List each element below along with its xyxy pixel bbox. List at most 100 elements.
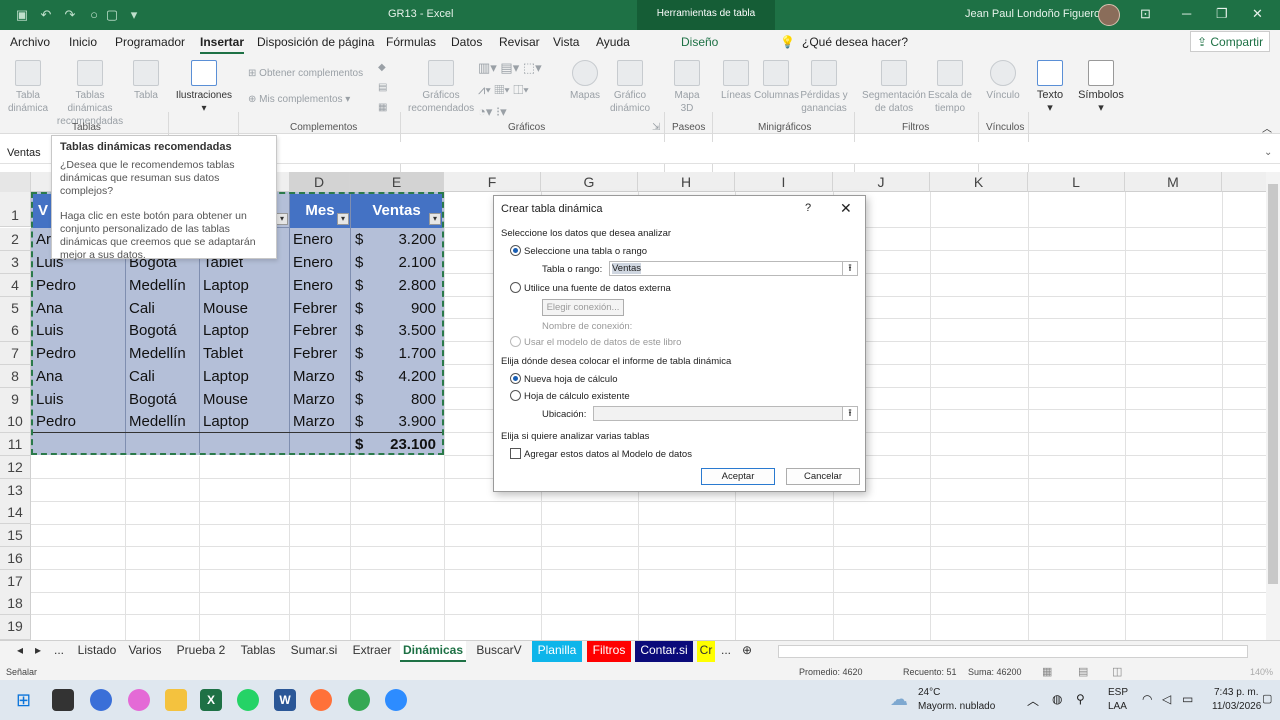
table-cell[interactable]: Laptop: [200, 274, 289, 297]
zoom-level[interactable]: 140%: [1250, 667, 1273, 677]
dialog-close-button[interactable]: ✕: [840, 200, 852, 217]
table-cell-ventas[interactable]: $1.700: [352, 342, 440, 365]
chart-type-icons-2[interactable]: ⩘▾ ▦▾ ◫▾: [478, 82, 529, 98]
sheet-tab[interactable]: Contar.si: [635, 641, 693, 662]
table-cell[interactable]: Laptop: [200, 319, 289, 342]
sheet-tab[interactable]: ...: [52, 641, 66, 662]
table-cell[interactable]: Luis: [33, 388, 125, 411]
horizontal-scrollbar[interactable]: [778, 645, 1248, 658]
timeline-button[interactable]: Escala de tiempo: [926, 60, 974, 115]
table-cell[interactable]: Febrer: [290, 297, 350, 320]
table-cell[interactable]: Marzo: [290, 365, 350, 388]
range-input[interactable]: Ventas: [609, 261, 843, 276]
firefox-icon[interactable]: [310, 689, 332, 711]
save-icon[interactable]: ▣: [14, 7, 30, 23]
new-document-icon[interactable]: ▢: [104, 7, 120, 23]
table-cell[interactable]: Mouse: [200, 388, 289, 411]
table-cell[interactable]: Marzo: [290, 388, 350, 411]
row-header[interactable]: 14: [0, 501, 31, 524]
help-button[interactable]: ?: [805, 202, 811, 214]
sheet-tab[interactable]: Sumar.si: [285, 641, 343, 662]
collapse-ribbon-icon[interactable]: ︿: [1262, 120, 1272, 135]
location-input[interactable]: [593, 406, 843, 421]
sheet-tab[interactable]: Prueba 2: [172, 641, 230, 662]
whatsapp-icon[interactable]: [237, 689, 259, 711]
sheet-tab[interactable]: Dinámicas: [400, 641, 466, 662]
page-layout-icon[interactable]: ▤: [1078, 665, 1088, 678]
table-cell-ventas[interactable]: $2.800: [352, 274, 440, 297]
total-cell[interactable]: $23.100: [352, 433, 440, 456]
chrome-icon[interactable]: [348, 689, 370, 711]
table-cell[interactable]: Ana: [33, 297, 125, 320]
collapse-dialog-icon[interactable]: ⭱: [842, 406, 858, 421]
sheet-tab[interactable]: Filtros: [587, 641, 631, 662]
folder-icon[interactable]: [165, 689, 187, 711]
table-cell[interactable]: Cali: [126, 297, 199, 320]
radio-external-source[interactable]: [510, 282, 521, 293]
table-cell[interactable]: Tablet: [200, 342, 289, 365]
tab-ayuda[interactable]: Ayuda: [596, 35, 630, 49]
row-header[interactable]: 19: [0, 615, 31, 640]
windows-start-icon[interactable]: ⊞: [16, 689, 38, 711]
table-cell-ventas[interactable]: $2.100: [352, 251, 440, 274]
sheet-tab[interactable]: Tablas: [235, 641, 281, 662]
column-header[interactable]: G: [541, 172, 638, 192]
redo-icon[interactable]: ↷: [62, 7, 78, 23]
table-cell-ventas[interactable]: $3.200: [352, 228, 440, 251]
close-icon[interactable]: ✕: [1252, 6, 1263, 22]
sheet-tab[interactable]: Listado: [75, 641, 119, 662]
column-header[interactable]: F: [444, 172, 541, 192]
filter-dropdown-icon[interactable]: ▾: [276, 213, 288, 225]
tray-icon[interactable]: ◍: [1052, 692, 1062, 706]
symbols-button[interactable]: Símbolos ▾: [1076, 60, 1126, 115]
cancel-button[interactable]: Cancelar: [786, 468, 860, 485]
table-cell-ventas[interactable]: $3.900: [352, 410, 440, 433]
table-button[interactable]: Tabla: [130, 60, 162, 102]
tab-formulas[interactable]: Fórmulas: [386, 35, 436, 49]
task-view-icon[interactable]: [52, 689, 74, 711]
tab-disposicion[interactable]: Disposición de página: [257, 35, 374, 49]
browser-icon[interactable]: [90, 689, 112, 711]
table-cell[interactable]: Febrer: [290, 342, 350, 365]
expand-formula-icon[interactable]: ⌄: [1264, 147, 1272, 158]
clock-time[interactable]: 7:43 p. m.: [1214, 687, 1258, 698]
select-all[interactable]: [0, 172, 31, 192]
sheet-tab[interactable]: BuscarV: [472, 641, 526, 662]
language-code[interactable]: ESP: [1108, 687, 1128, 698]
filter-dropdown-icon[interactable]: ▾: [429, 213, 441, 225]
sheet-tab[interactable]: Varios: [124, 641, 166, 662]
table-cell[interactable]: Laptop: [200, 365, 289, 388]
battery-icon[interactable]: ▭: [1182, 692, 1193, 706]
row-header[interactable]: 3: [0, 251, 31, 274]
checkbox-label[interactable]: Agregar estos datos al Modelo de datos: [524, 449, 692, 460]
radio-existing-sheet[interactable]: [510, 390, 521, 401]
clock-date[interactable]: 11/03/2026: [1212, 701, 1261, 712]
column-header[interactable]: D: [289, 172, 350, 192]
radio-label[interactable]: Utilice una fuente de datos externa: [524, 283, 671, 294]
column-header[interactable]: J: [833, 172, 930, 192]
speaker-icon[interactable]: ◁: [1162, 692, 1171, 706]
row-header[interactable]: 4: [0, 274, 31, 297]
tab-programador[interactable]: Programador: [115, 35, 185, 49]
column-header[interactable]: L: [1028, 172, 1125, 192]
sheet-tab[interactable]: Cr: [697, 641, 715, 662]
slicer-button[interactable]: Segmentación de datos: [860, 60, 928, 115]
filter-dropdown-icon[interactable]: ▾: [337, 213, 349, 225]
tab-insertar[interactable]: Insertar: [200, 35, 245, 54]
scrollbar-thumb[interactable]: [1268, 184, 1278, 584]
word-icon[interactable]: W: [274, 689, 296, 711]
recommended-charts-button[interactable]: Gráficos recomendados: [408, 60, 474, 115]
chart-type-icons-3[interactable]: ◔▾ ⁝▾: [478, 104, 507, 120]
column-header[interactable]: I: [735, 172, 833, 192]
table-cell[interactable]: Enero: [290, 228, 350, 251]
chart-type-icons[interactable]: ▥▾ ▤▾ ⬚▾: [478, 60, 542, 76]
tab-datos[interactable]: Datos: [451, 35, 482, 49]
table-cell-ventas[interactable]: $900: [352, 297, 440, 320]
sparkline-columns-button[interactable]: Columnas: [754, 60, 799, 102]
table-cell-ventas[interactable]: $3.500: [352, 319, 440, 342]
my-addins-button[interactable]: ⊕ Mis complementos ▾: [248, 94, 350, 105]
tab-inicio[interactable]: Inicio: [69, 35, 97, 49]
radio-label[interactable]: Nueva hoja de cálculo: [524, 374, 617, 385]
map3d-button[interactable]: Mapa 3D: [670, 60, 704, 115]
text-button[interactable]: Texto ▾: [1034, 60, 1066, 115]
